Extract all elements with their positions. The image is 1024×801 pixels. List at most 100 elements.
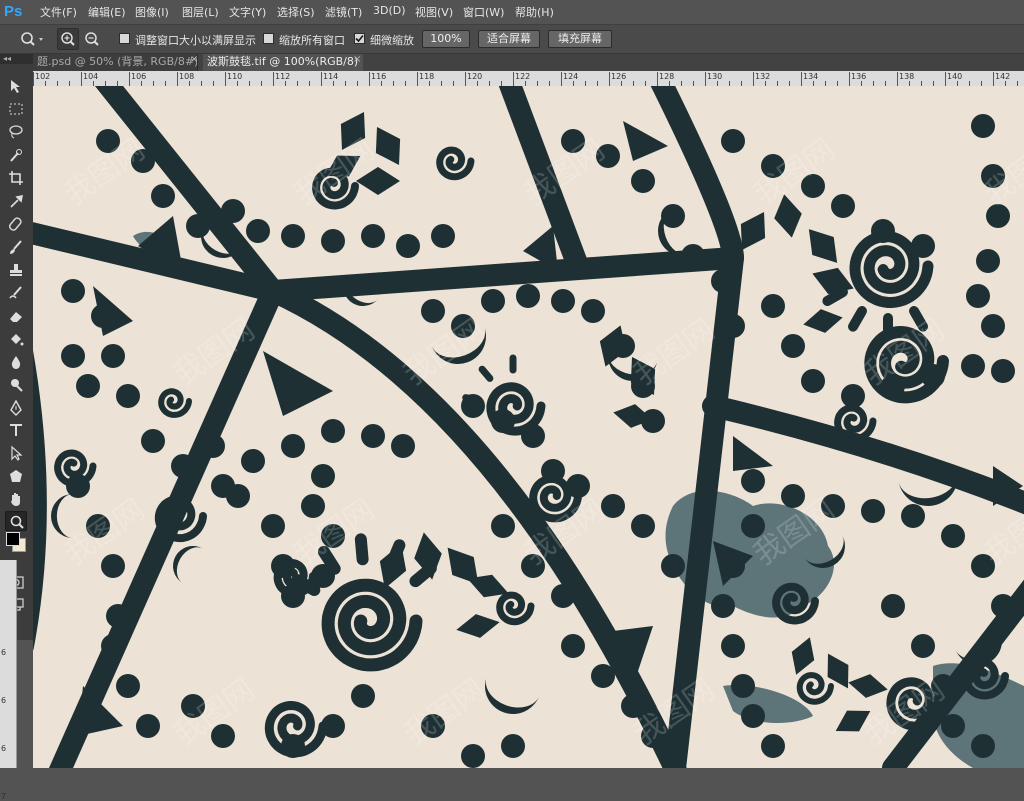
- pattern-dot: [801, 369, 825, 393]
- fit-screen-button[interactable]: 适合屏幕: [478, 30, 540, 48]
- healing-brush-tool-icon: [8, 217, 22, 231]
- zoom-tool-button[interactable]: [5, 511, 27, 531]
- ruler-tick: [81, 72, 82, 86]
- eraser-tool-button[interactable]: [5, 306, 27, 326]
- clone-stamp-tool-button[interactable]: [5, 260, 27, 280]
- menu-filter[interactable]: 滤镜(T): [325, 4, 362, 20]
- pattern-dot: [101, 634, 125, 658]
- pattern-dot: [761, 734, 785, 758]
- eyedropper-tool-button[interactable]: [5, 191, 27, 211]
- document-tab-bar: 题.psd @ 50% (背景, RGB/8#) * × 波斯鼓毯.tif @ …: [33, 54, 1024, 71]
- paint-bucket-tool-button[interactable]: [5, 329, 27, 349]
- ruler-tick-label: 128: [659, 72, 675, 81]
- actual-pixels-button[interactable]: 100%: [422, 30, 470, 48]
- move-tool-button[interactable]: [5, 76, 27, 96]
- horizontal-ruler[interactable]: 102 104 106 108 110 112 114 116 118 120 122 124 126 1…: [33, 71, 1024, 87]
- pattern-dot: [461, 744, 485, 768]
- quick-select-tool-button[interactable]: [5, 145, 27, 165]
- pattern-ray: [848, 306, 867, 332]
- menu-3d[interactable]: 3D(D): [373, 4, 406, 17]
- pattern-dot: [711, 269, 735, 293]
- ruler-tick-label: 104: [83, 72, 99, 81]
- type-tool-button[interactable]: [5, 420, 27, 440]
- document-canvas[interactable]: 我图网 我图网 我图网 我图网 我图网 我图网 我图网 我图网 我图网 我图网 我图网 我图网 我图网我…: [33, 86, 1024, 768]
- ruler-tick-label: 6: [1, 696, 7, 705]
- zoom-in-button[interactable]: [57, 28, 79, 50]
- move-tool-icon: [11, 80, 20, 93]
- scrubby-zoom-checkbox[interactable]: [354, 33, 365, 44]
- close-icon[interactable]: ×: [353, 54, 361, 65]
- foreground-color-swatch[interactable]: [6, 532, 20, 546]
- pattern-dot: [881, 594, 905, 618]
- crop-tool-button[interactable]: [5, 168, 27, 188]
- pattern-ray: [478, 365, 494, 382]
- tab-document-tif[interactable]: 波斯鼓毯.tif @ 100%(RGB/8): [203, 54, 363, 71]
- tool-preset-picker[interactable]: [16, 28, 48, 50]
- ruler-tick-label: 118: [419, 72, 435, 81]
- path-select-tool-icon: [11, 445, 23, 461]
- menu-help[interactable]: 帮助(H): [515, 4, 554, 20]
- ruler-tick-label: 124: [563, 72, 579, 81]
- menu-window[interactable]: 窗口(W): [463, 4, 504, 20]
- ruler-tick-label: 120: [467, 72, 483, 81]
- ruler-tick: [945, 72, 946, 86]
- pattern-dot: [246, 219, 270, 243]
- vertical-ruler[interactable]: 6 6 6 7: [0, 560, 17, 801]
- brush-tool-button[interactable]: [5, 237, 27, 257]
- menu-view[interactable]: 视图(V): [415, 4, 453, 20]
- pattern-dot: [841, 384, 865, 408]
- quick-select-tool-icon: [10, 149, 22, 162]
- color-swatches[interactable]: [5, 529, 27, 553]
- zoom-out-button[interactable]: [81, 28, 103, 50]
- lasso-tool-button[interactable]: [5, 122, 27, 142]
- ruler-tick: [561, 72, 562, 86]
- menu-select[interactable]: 选择(S): [277, 4, 315, 20]
- shape-tool-button[interactable]: [5, 466, 27, 486]
- pattern-ray: [409, 562, 437, 588]
- clone-stamp-tool-icon: [10, 264, 22, 276]
- ruler-tick-label: 114: [323, 72, 339, 81]
- zoom-in-icon: [61, 32, 75, 46]
- dodge-tool-button[interactable]: [5, 375, 27, 395]
- pattern-dot: [201, 434, 225, 458]
- pattern-diamond: [456, 614, 500, 638]
- ruler-tick-label: 102: [35, 72, 51, 81]
- menu-file[interactable]: 文件(F): [40, 4, 77, 20]
- pattern-dot: [721, 314, 745, 338]
- fill-screen-button[interactable]: 填充屏幕: [548, 30, 612, 48]
- panel-collapse-grip[interactable]: ◂◂: [0, 54, 33, 64]
- pattern-dot: [781, 334, 805, 358]
- watermark-text: 我图网: [628, 312, 722, 392]
- marquee-tool-button[interactable]: [5, 99, 27, 119]
- zoom-all-windows-checkbox[interactable]: [263, 33, 274, 44]
- ruler-tick-label: 6: [1, 648, 7, 657]
- hand-tool-button[interactable]: [5, 489, 27, 509]
- pattern-dot: [281, 224, 305, 248]
- history-brush-tool-button[interactable]: [5, 283, 27, 303]
- zoom-icon: [21, 32, 43, 46]
- pattern-dot: [681, 244, 705, 268]
- close-icon[interactable]: ×: [190, 54, 198, 65]
- pattern-dot: [501, 734, 525, 758]
- pattern-dot: [421, 299, 445, 323]
- menu-layer[interactable]: 图层(L): [182, 4, 219, 20]
- path-select-tool-button[interactable]: [5, 443, 27, 463]
- pattern-dot: [516, 284, 540, 308]
- menu-image[interactable]: 图像(I): [135, 4, 169, 20]
- pen-tool-button[interactable]: [5, 398, 27, 418]
- tab-document-psd[interactable]: 题.psd @ 50% (背景, RGB/8#) *: [33, 54, 198, 71]
- menu-edit[interactable]: 编辑(E): [88, 4, 126, 20]
- pattern-dot: [106, 604, 130, 628]
- pattern-dot: [361, 424, 385, 448]
- resize-windows-checkbox[interactable]: [119, 33, 130, 44]
- pattern-dot: [351, 684, 375, 708]
- pattern-dot: [761, 294, 785, 318]
- pattern-diamond: [803, 309, 843, 333]
- blur-tool-button[interactable]: [5, 352, 27, 372]
- pattern-dot: [136, 714, 160, 738]
- menu-type[interactable]: 文字(Y): [229, 4, 266, 20]
- pattern-dot: [721, 634, 745, 658]
- healing-brush-tool-button[interactable]: [5, 214, 27, 234]
- ruler-tick-label: 108: [179, 72, 195, 81]
- ruler-tick: [897, 72, 898, 86]
